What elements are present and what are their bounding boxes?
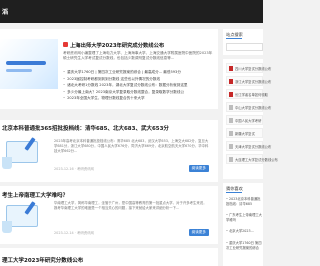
hot-list-item[interactable]: 中山大学复试分数线公布 — [226, 102, 271, 112]
read-more-button[interactable]: 阅读更多 — [188, 165, 209, 172]
article-illustration — [0, 199, 42, 239]
hot-list-widget: 四川大学复试分数线公布 浙江大学复试分数线公布 长江学者名单如何领取 中山大学复… — [223, 59, 278, 179]
hot-item-label: 大连理工大学复试分数线公布 — [235, 158, 278, 162]
article-excerpt: 华南理工大学，简称华南理工，坐落于广州，是中国高等教育的第一批重点大学，对于许多… — [54, 201, 207, 210]
search-input[interactable] — [226, 43, 263, 51]
article-card[interactable]: 理工大学2023年研究分数线公布 — [0, 248, 218, 266]
hot-item-label: 新疆大学复试 — [235, 132, 255, 136]
article-meta: 2023-12-16 · 考研资讯网 — [54, 167, 94, 171]
hot-item-label: 中国人民大学考研 — [235, 119, 262, 123]
site-brand[interactable]: 滔 — [2, 7, 8, 16]
hot-item-label: 长江学者名单如何领取 — [235, 93, 268, 97]
featured-thumbnail[interactable] — [0, 39, 58, 89]
cup-icon — [2, 221, 12, 233]
hot-list-item[interactable]: 浙江大学复试分数线公布 — [226, 76, 271, 86]
recommend-item[interactable]: • 2023北京本科普通批投档线：清华685 — [226, 197, 263, 207]
top-navigation-bar: 滔 — [0, 0, 263, 23]
article-card[interactable]: 考生上帝南理工大学难吗？ 华南理工大学，简称华南理工，坐落于广州，是中国高等教育… — [0, 186, 218, 244]
hot-item-label: 浙江大学复试分数线公布 — [235, 80, 272, 84]
hot-item-label: 天津大学复试分数线公布 — [235, 145, 272, 149]
hot-list-item[interactable]: 新疆大学复试 — [226, 128, 263, 138]
recommend-item[interactable]: • 北京大学2023... — [226, 229, 263, 234]
article-title[interactable]: 理工大学2023年研究分数线公布 — [2, 256, 83, 264]
featured-excerpt: 考研资讯网小编整理了上海电力大学、上海海事大学、上海交通大学附属医院中医院的20… — [63, 51, 213, 61]
rank-badge-icon — [229, 105, 233, 110]
read-more-button[interactable]: 阅读更多 — [188, 229, 209, 236]
hot-list-item[interactable]: 中国人民大学考研 — [226, 115, 263, 125]
featured-title[interactable]: 上海出师大学2023年研究成分数线公布 — [70, 41, 164, 49]
article-illustration — [0, 135, 42, 175]
featured-bullet-list: 重庆大学1760日 | 第四次工业研究报案的综合 | 最高成分... 最低593… — [63, 69, 213, 102]
hot-list-item[interactable]: 大连理工大学复试分数线公布 — [226, 154, 278, 164]
title-underline — [226, 38, 242, 39]
article-title[interactable]: 考生上帝南理工大学难吗？ — [2, 191, 68, 199]
hot-item-label: 中山大学复试分数线公布 — [235, 106, 272, 110]
hot-item-label: 四川大学复试分数线公布 — [235, 67, 272, 71]
hot-list-item[interactable]: 长江学者名单如何领取 — [226, 89, 268, 99]
recommend-widget: 猜你喜欢 • 2023北京本科普通批投档线：清华685 • 广东考生上帝南理工大… — [223, 183, 263, 266]
article-card[interactable]: 北京本科普通批365招批投档线：清华685、北大683、武大653分 2023年… — [0, 120, 218, 182]
rank-badge-icon — [229, 66, 233, 71]
rank-badge-icon — [229, 157, 233, 162]
featured-article-card[interactable]: 上海出师大学2023年研究成分数线公布 考研资讯网小编整理了上海电力大学、上海海… — [0, 29, 218, 109]
recommend-item[interactable]: • 广东考生上帝南理工大学难吗 — [226, 213, 263, 223]
search-widget: 站点搜索 — [223, 29, 263, 55]
featured-bullet-item[interactable]: 2023年全国大学生，物理分数线复合的十来大学 — [63, 95, 213, 102]
title-underline — [226, 192, 242, 193]
article-meta: 2023-12-14 · 考研资讯网 — [54, 231, 94, 235]
rank-badge-icon — [229, 118, 233, 123]
rank-badge-icon — [229, 92, 233, 97]
thumbnail-decoration — [6, 61, 46, 65]
article-excerpt: 2023年高考北京本科普通批投档线公布：清华685 北大683，武汉大学653，… — [54, 139, 209, 153]
thumbnail-decoration — [6, 69, 32, 72]
hot-badge-icon — [63, 42, 68, 47]
recommend-item[interactable]: • 重庆大学1760日 第四次工业研究报案的综合 — [226, 241, 263, 251]
rank-badge-icon — [229, 131, 233, 136]
cup-icon — [2, 157, 12, 169]
article-title[interactable]: 北京本科普通批365招批投档线：清华685、北大683、武大653分 — [2, 124, 169, 132]
hot-list-item[interactable]: 四川大学复试分数线公布 — [226, 63, 271, 73]
hot-list-item[interactable]: 天津大学复试分数线公布 — [226, 141, 271, 151]
rank-badge-icon — [229, 144, 233, 149]
rank-badge-icon — [229, 79, 233, 84]
